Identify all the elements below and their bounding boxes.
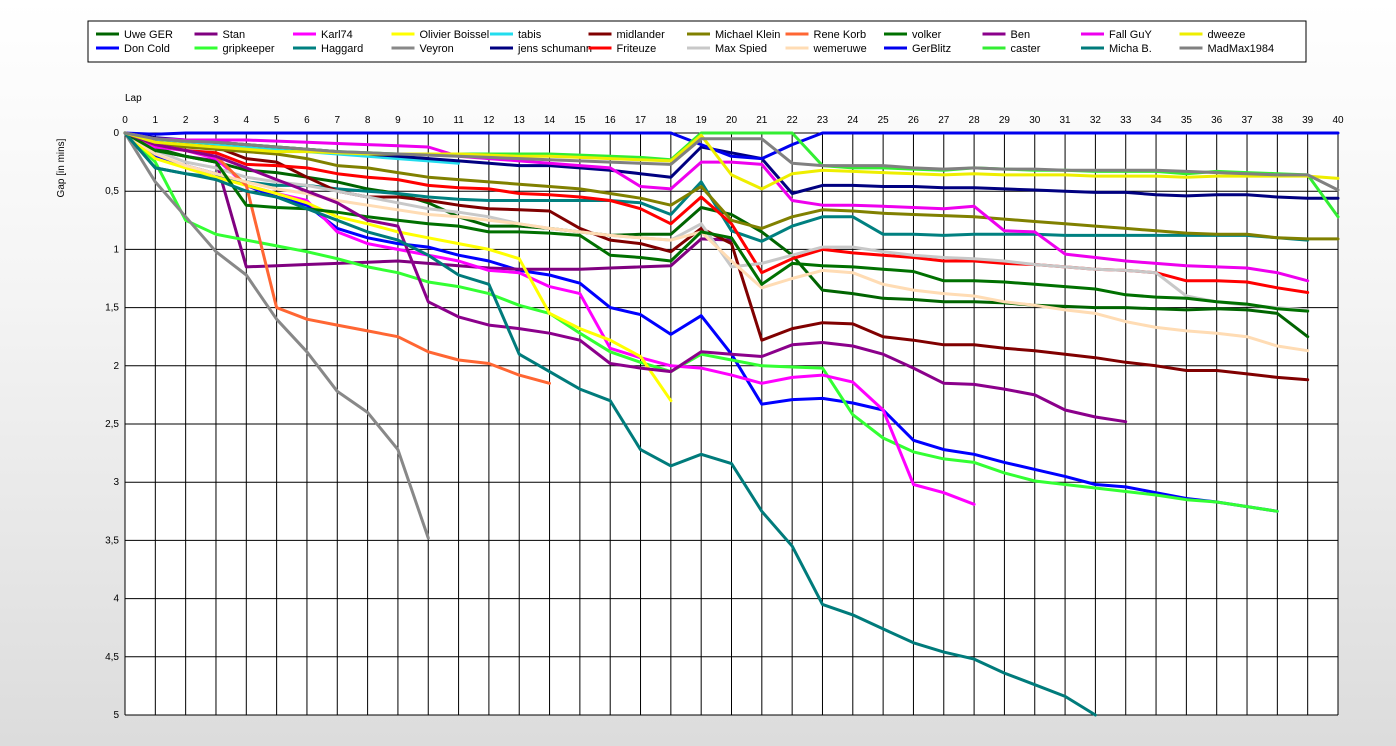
x-tick-label: 33	[1120, 115, 1132, 126]
legend-label: Fall GuY	[1109, 29, 1152, 41]
x-tick-label: 3	[213, 115, 219, 126]
legend-label: Micha B.	[1109, 43, 1152, 55]
legend-label: caster	[1011, 43, 1041, 55]
legend-label: Olivier Boissel	[420, 29, 490, 41]
legend-label: Stan	[223, 29, 246, 41]
race-gap-chart: Uwe GER Don Cold Stan gripkeeper Karl74 Hagga…	[56, 20, 1344, 721]
legend-label: Friteuze	[617, 43, 657, 55]
x-tick-label: 20	[726, 115, 738, 126]
x-tick-label: 27	[938, 115, 950, 126]
y-axis-title: Gap [in mins]	[56, 138, 67, 197]
legend-label: Veyron	[420, 43, 454, 55]
legend-label: Ben	[1011, 29, 1031, 41]
x-tick-label: 11	[453, 115, 464, 126]
x-tick-label: 32	[1090, 115, 1102, 126]
legend-label: volker	[912, 29, 942, 41]
y-tick-label: 0	[113, 128, 119, 139]
legend-box	[87, 20, 1307, 63]
x-tick-label: 26	[908, 115, 920, 126]
legend-label: Rene Korb	[814, 29, 867, 41]
x-tick-label: 35	[1181, 115, 1193, 126]
x-tick-label: 36	[1211, 115, 1223, 126]
x-tick-label: 1	[153, 115, 159, 126]
y-tick-label: 1,5	[105, 303, 119, 314]
legend-label: GerBlitz	[912, 43, 951, 55]
x-tick-label: 12	[483, 115, 495, 126]
y-tick-label: 4	[113, 594, 119, 605]
x-tick-label: 16	[605, 115, 617, 126]
x-tick-label: 9	[395, 115, 401, 126]
legend: Uwe GER Don Cold Stan gripkeeper Karl74 Hagga…	[87, 20, 1307, 63]
x-tick-label: 24	[847, 115, 859, 126]
legend-label: wemeruwe	[813, 43, 867, 55]
x-tick-label: 28	[969, 115, 981, 126]
x-tick-label: 2	[183, 115, 189, 126]
y-tick-label: 1	[113, 244, 119, 255]
legend-label: MadMax1984	[1208, 43, 1275, 55]
x-tick-label: 8	[365, 115, 371, 126]
x-tick-label: 40	[1332, 115, 1344, 126]
legend-label: gripkeeper	[223, 43, 275, 55]
y-tick-label: 2	[113, 361, 119, 372]
y-tick-label: 3,5	[105, 535, 119, 546]
x-tick-label: 39	[1302, 115, 1314, 126]
x-tick-label: 22	[787, 115, 799, 126]
x-tick-label: 14	[544, 115, 556, 126]
x-tick-label: 17	[635, 115, 647, 126]
x-tick-label: 29	[999, 115, 1011, 126]
legend-label: tabis	[518, 29, 542, 41]
x-tick-label: 23	[817, 115, 829, 126]
legend-label: Uwe GER	[124, 29, 173, 41]
y-tick-label: 3	[113, 477, 119, 488]
y-tick-label: 2,5	[105, 419, 119, 430]
legend-label: dweeze	[1208, 29, 1246, 41]
x-tick-label: 4	[244, 115, 250, 126]
y-tick-label: 0,5	[105, 186, 119, 197]
legend-label: Max Spied	[715, 43, 767, 55]
legend-label: jens schumann	[517, 43, 592, 55]
x-tick-label: 7	[334, 115, 340, 126]
x-tick-label: 25	[878, 115, 890, 126]
x-tick-label: 18	[665, 115, 677, 126]
legend-label: Karl74	[321, 29, 353, 41]
x-tick-label: 21	[756, 115, 768, 126]
x-tick-label: 19	[696, 115, 708, 126]
x-tick-label: 10	[423, 115, 435, 126]
x-tick-label: 37	[1241, 115, 1253, 126]
x-axis-title: Lap	[125, 93, 142, 104]
x-tick-label: 34	[1150, 115, 1162, 126]
legend-label: Don Cold	[124, 43, 170, 55]
y-tick-label: 4,5	[105, 652, 119, 663]
x-tick-label: 13	[514, 115, 526, 126]
plot-area: 0 1 2 3 4 5 6 7 8 9 10 11 12 13 14 15 16 17 18 19 20 21 22 23 24…	[105, 115, 1344, 721]
x-tick-label: 15	[574, 115, 586, 126]
legend-label: Michael Klein	[715, 29, 780, 41]
legend-label: Haggard	[321, 43, 363, 55]
x-tick-label: 5	[274, 115, 280, 126]
legend-label: midlander	[617, 29, 666, 41]
x-tick-label: 31	[1060, 115, 1072, 126]
x-tick-label: 0	[122, 115, 128, 126]
x-tick-label: 30	[1029, 115, 1041, 126]
x-tick-label: 6	[304, 115, 310, 126]
y-tick-label: 5	[113, 710, 119, 721]
x-tick-label: 38	[1272, 115, 1284, 126]
